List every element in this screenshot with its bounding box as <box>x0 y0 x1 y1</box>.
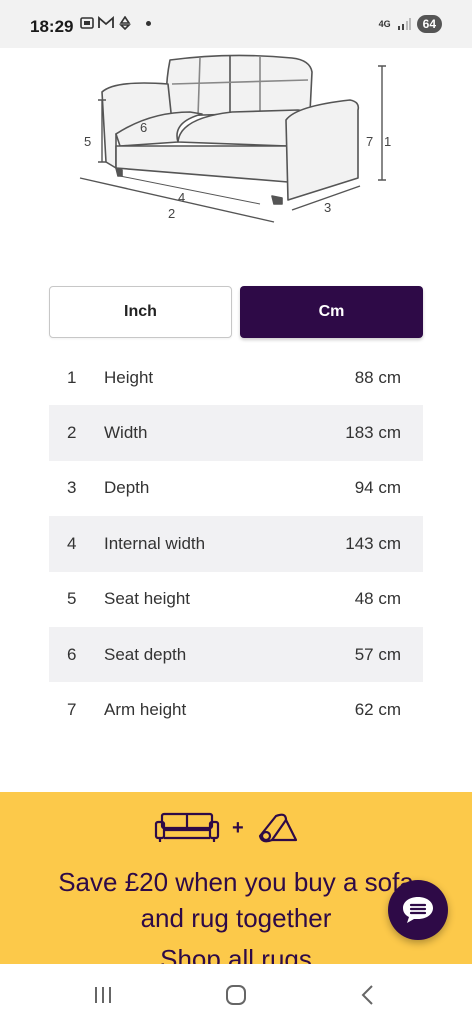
diagram-label-1: 1 <box>384 134 391 149</box>
dimension-number: 5 <box>67 589 77 609</box>
dimension-value: 57 cm <box>354 644 401 664</box>
dimension-value: 48 cm <box>354 589 401 609</box>
network-type: 4G <box>378 18 391 29</box>
diagram-label-5: 5 <box>84 134 91 149</box>
promo-plus: + <box>232 816 244 839</box>
dimension-value: 88 cm <box>354 367 401 387</box>
dimension-number: 6 <box>67 644 77 664</box>
chat-button[interactable] <box>388 880 448 940</box>
more-notifications-dot <box>146 20 151 26</box>
status-time: 18:29 <box>30 17 74 36</box>
home-button[interactable] <box>216 982 256 1008</box>
promo-icons: + <box>154 812 298 844</box>
sofa-icon <box>154 812 220 842</box>
dimension-row: 2 Width 183 cm <box>49 405 423 461</box>
sofa-dimension-diagram: 5 6 4 2 3 7 1 <box>79 54 391 223</box>
diagram-label-7: 7 <box>366 134 373 149</box>
diagram-label-2: 2 <box>168 206 175 221</box>
dimension-label: Depth <box>104 478 150 498</box>
notification-icons <box>80 16 151 30</box>
gmail-icon <box>98 16 114 28</box>
status-bar: 18:29 4G 64 <box>0 0 472 48</box>
dimension-number: 1 <box>67 367 77 387</box>
dimension-number: 7 <box>67 700 77 720</box>
dimension-number: 2 <box>67 423 77 443</box>
dimension-row: 3 Depth 94 cm <box>49 461 423 516</box>
dimension-row: 7 Arm height 62 cm <box>49 682 423 737</box>
battery-level: 64 <box>416 15 442 33</box>
unit-toggle-cm-button[interactable]: Cm <box>240 286 423 338</box>
chat-icon <box>403 897 433 923</box>
dimension-value: 62 cm <box>354 700 401 720</box>
dimension-value: 94 cm <box>354 478 401 498</box>
dimension-label: Width <box>104 423 148 443</box>
recent-apps-icon <box>95 987 111 1003</box>
dimension-row: 4 Internal width 143 cm <box>49 516 423 572</box>
dimension-row: 6 Seat depth 57 cm <box>49 626 423 683</box>
unit-toggle-inch-button[interactable]: Inch <box>49 286 232 338</box>
dimension-value: 143 cm <box>345 533 401 553</box>
recent-apps-button[interactable] <box>83 982 123 1008</box>
diagram-label-4: 4 <box>178 190 185 205</box>
dimension-label: Internal width <box>104 533 206 553</box>
dimension-row: 1 Height 88 cm <box>49 350 423 405</box>
dimension-label: Seat height <box>104 589 191 609</box>
recycle-icon <box>119 16 131 30</box>
home-icon <box>226 985 246 1005</box>
signal-icon <box>397 18 411 30</box>
sofa-rug-promo-banner[interactable]: + Save £20 when you buy a sofa and rug t… <box>0 792 472 964</box>
system-indicators: 4G 64 <box>379 15 442 33</box>
dimension-number: 4 <box>67 533 77 553</box>
screenshot-icon <box>80 17 94 29</box>
dimension-label: Seat depth <box>104 644 187 664</box>
rug-icon <box>258 813 297 843</box>
system-navigation-bar <box>0 964 472 1024</box>
shop-all-rugs-link[interactable]: Shop all rugs <box>0 944 472 964</box>
back-button[interactable] <box>348 982 388 1008</box>
back-icon <box>361 985 373 1005</box>
dimension-value: 183 cm <box>345 423 401 443</box>
dimension-label: Arm height <box>104 700 187 720</box>
dimension-label: Height <box>104 367 154 387</box>
dimension-number: 3 <box>67 478 77 498</box>
diagram-label-6: 6 <box>140 120 147 135</box>
dimensions-table: 1 Height 88 cm 2 Width 183 cm 3 Depth 94… <box>49 350 423 738</box>
dimension-row: 5 Seat height 48 cm <box>49 572 423 627</box>
diagram-label-3: 3 <box>324 200 331 215</box>
